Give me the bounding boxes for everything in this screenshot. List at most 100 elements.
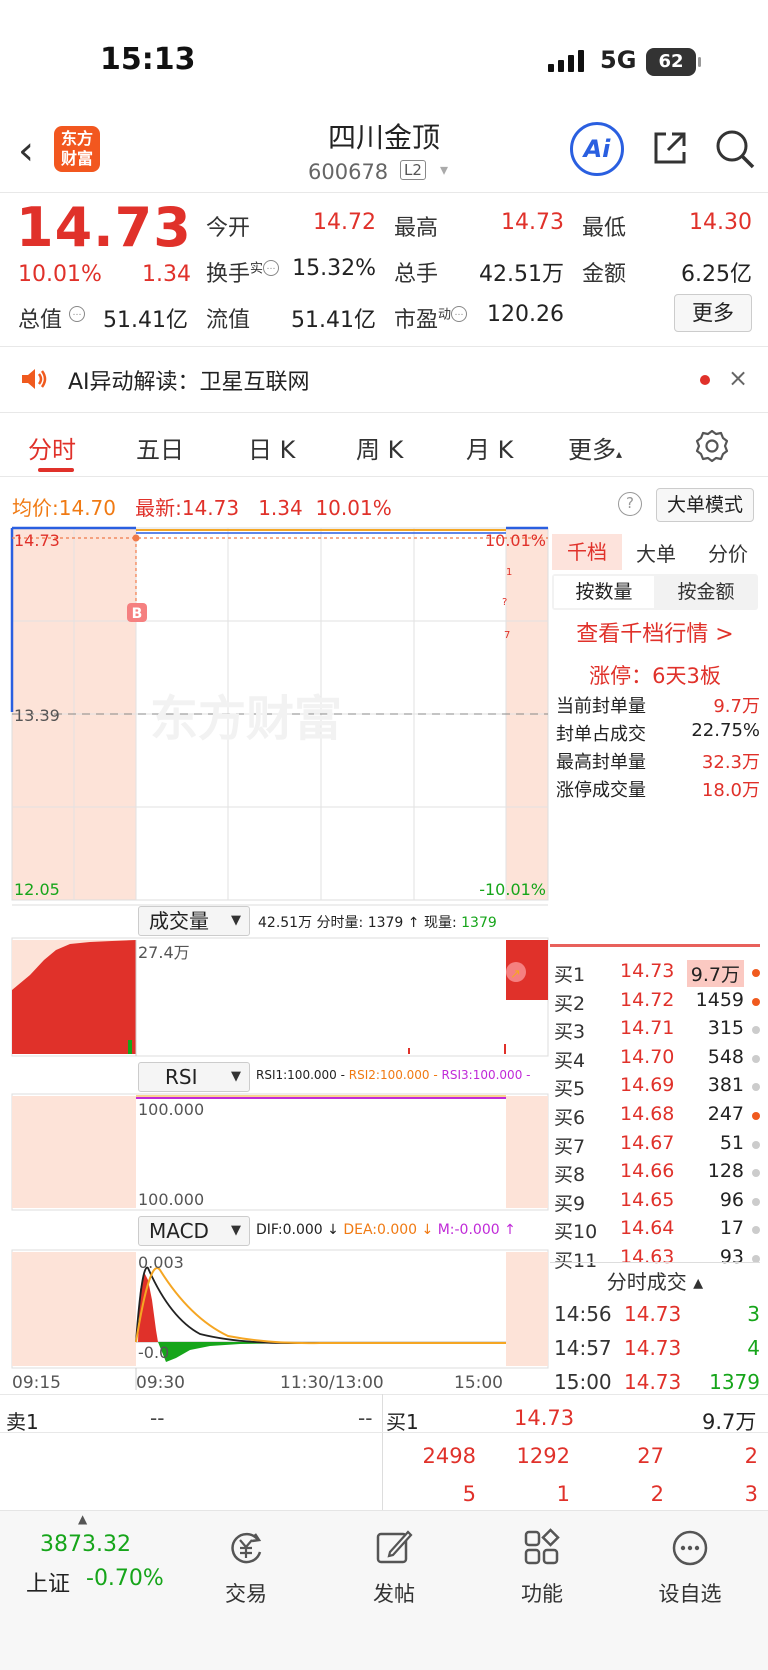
volume-axis-label: 27.4万	[138, 943, 190, 962]
tab-daily-k[interactable]: 日 K	[248, 430, 295, 465]
signal-icon	[548, 50, 584, 72]
orderbook-row: 买6 14.68 247	[554, 1103, 760, 1131]
info-icon[interactable]: …	[451, 306, 468, 322]
volume-info: 42.51万 分时量: 1379 ↑ 现量: 1379	[258, 915, 497, 931]
last-price: 14.73	[16, 196, 192, 259]
market-cap-label: 总值 …	[18, 302, 86, 334]
intraday-chart[interactable]: 东方财富 B 14.73 10.01% 13.39 12.05 -10.01% …	[0, 520, 550, 1390]
index-change[interactable]: -0.70%	[86, 1566, 164, 1591]
search-icon[interactable]	[714, 128, 756, 170]
orderbook-level: 买5	[554, 1078, 586, 1101]
tab-thousand-levels[interactable]: 千档	[552, 534, 622, 570]
high-label: 最高	[394, 216, 439, 241]
tab-monthly-k[interactable]: 月 K	[466, 430, 513, 465]
order-dot-icon	[752, 1197, 760, 1206]
open-label: 今开	[206, 216, 251, 241]
float-cap-value: 51.41亿	[291, 308, 376, 333]
orderbook-level: 买10	[554, 1221, 598, 1244]
time-axis-label: 11:30/13:00	[280, 1373, 384, 1390]
turnover-label: 换手实…	[206, 256, 280, 288]
market-cap-value: 51.41亿	[103, 308, 188, 333]
orderbook-row: 买2 14.72 1459	[554, 989, 760, 1017]
view-levels-link[interactable]: 查看千档行情 >	[552, 616, 758, 648]
gear-icon[interactable]	[694, 428, 730, 464]
order-dot-icon	[752, 1140, 760, 1149]
chevron-up-icon[interactable]: ▲	[78, 1512, 87, 1526]
orderbook-row: 买5 14.69 381	[554, 1074, 760, 1102]
orderbook-price: 14.69	[620, 1074, 675, 1097]
svg-text:B: B	[132, 606, 143, 622]
open-value: 14.72	[313, 210, 376, 235]
turnover-value: 15.32%	[292, 256, 376, 281]
time-axis-label: 09:30	[136, 1373, 185, 1390]
orderbook-level: 买3	[554, 1021, 586, 1044]
seal-stat-row: 封单占成交 22.75%	[556, 720, 760, 745]
macd-info: DIF:0.000 ↓ DEA:0.000 ↓ M:-0.000 ↑	[256, 1222, 516, 1238]
dea-line	[135, 1267, 506, 1345]
order-dot-icon	[752, 1083, 760, 1092]
macd-negative-bars	[158, 1342, 300, 1362]
volume-value: 42.51万	[479, 262, 564, 287]
more-button[interactable]: 更多	[674, 294, 752, 332]
orderbook-level: 买9	[554, 1192, 586, 1215]
ai-button[interactable]: Ai	[570, 122, 624, 176]
macd-indicator-select[interactable]: MACD ▼	[138, 1216, 250, 1246]
tab-price-dist[interactable]: 分价	[708, 538, 748, 567]
time-axis-label: 15:00	[454, 1373, 503, 1390]
tab-5day[interactable]: 五日	[136, 430, 184, 465]
close-icon[interactable]: ×	[728, 364, 748, 392]
time-axis-label: 09:15	[12, 1373, 61, 1390]
rsi-info: RSI1:100.000 - RSI2:100.000 - RSI3:100.0…	[256, 1068, 531, 1082]
help-icon[interactable]: ?	[618, 492, 642, 516]
pe-label: 市盈动…	[394, 302, 468, 334]
orderbook-price: 14.70	[620, 1045, 675, 1068]
order-dot-icon	[752, 1169, 760, 1178]
share-icon[interactable]	[650, 128, 690, 168]
queue-volume: 5	[462, 1482, 476, 1506]
orderbook-row: 买9 14.65 96	[554, 1189, 760, 1217]
tab-weekly-k[interactable]: 周 K	[356, 430, 403, 465]
header-divider	[0, 192, 768, 193]
queue-volume: 1292	[516, 1444, 570, 1468]
orderbook-volume: 315	[707, 1017, 744, 1040]
queue-volume: 1	[556, 1482, 570, 1506]
ai-insight-text[interactable]: AI异动解读：卫星互联网	[68, 364, 310, 396]
orderbook-price: 14.71	[620, 1017, 675, 1040]
tab-big-orders[interactable]: 大单	[636, 538, 676, 567]
buy1-label: 买1	[386, 1410, 419, 1434]
by-quantity-button[interactable]: 按数量	[554, 576, 654, 608]
by-amount-button[interactable]: 按金额	[656, 576, 756, 608]
index-value[interactable]: 3873.32	[40, 1532, 131, 1557]
buy1-price: 14.73	[514, 1406, 575, 1430]
volume-label: 总手	[394, 262, 439, 287]
orderbook-volume: 1459	[695, 988, 744, 1011]
volume-indicator-select[interactable]: 成交量 ▼	[138, 906, 250, 936]
orderbook-level: 买8	[554, 1164, 586, 1187]
info-icon[interactable]: …	[263, 260, 280, 276]
status-time: 15:13	[100, 42, 196, 77]
orderbook-volume: 548	[707, 1045, 744, 1068]
orderbook-price: 14.67	[620, 1131, 675, 1154]
orderbook-level: 买4	[554, 1049, 586, 1072]
info-icon[interactable]: …	[69, 306, 86, 322]
tab-intraday[interactable]: 分时	[28, 430, 76, 465]
pct-top-label: 10.01%	[485, 531, 546, 550]
tick-trades-header[interactable]: 分时成交 ▴	[550, 1266, 760, 1295]
pe-value: 120.26	[487, 302, 564, 327]
orderbook-price: 14.73	[620, 960, 675, 982]
network-label: 5G	[600, 46, 637, 74]
amount-label: 金额	[582, 262, 627, 287]
level2-badge[interactable]: L2	[400, 160, 426, 180]
seal-stat-row: 涨停成交量 18.0万	[556, 780, 760, 801]
orderbook-level: 买2	[554, 992, 586, 1015]
ticks-divider	[550, 1262, 760, 1263]
chevron-down-icon[interactable]: ▾	[440, 160, 448, 179]
queue-volume: 3	[744, 1482, 758, 1506]
orderbook-volume: 247	[707, 1103, 744, 1125]
speaker-icon	[22, 369, 47, 389]
index-name[interactable]: 上证	[26, 1566, 70, 1598]
battery-icon: 62	[646, 48, 701, 76]
rsi-indicator-select[interactable]: RSI ▼	[138, 1062, 250, 1092]
tab-more[interactable]: 更多▴	[568, 430, 622, 465]
big-order-mode-button[interactable]: 大单模式	[656, 488, 754, 522]
